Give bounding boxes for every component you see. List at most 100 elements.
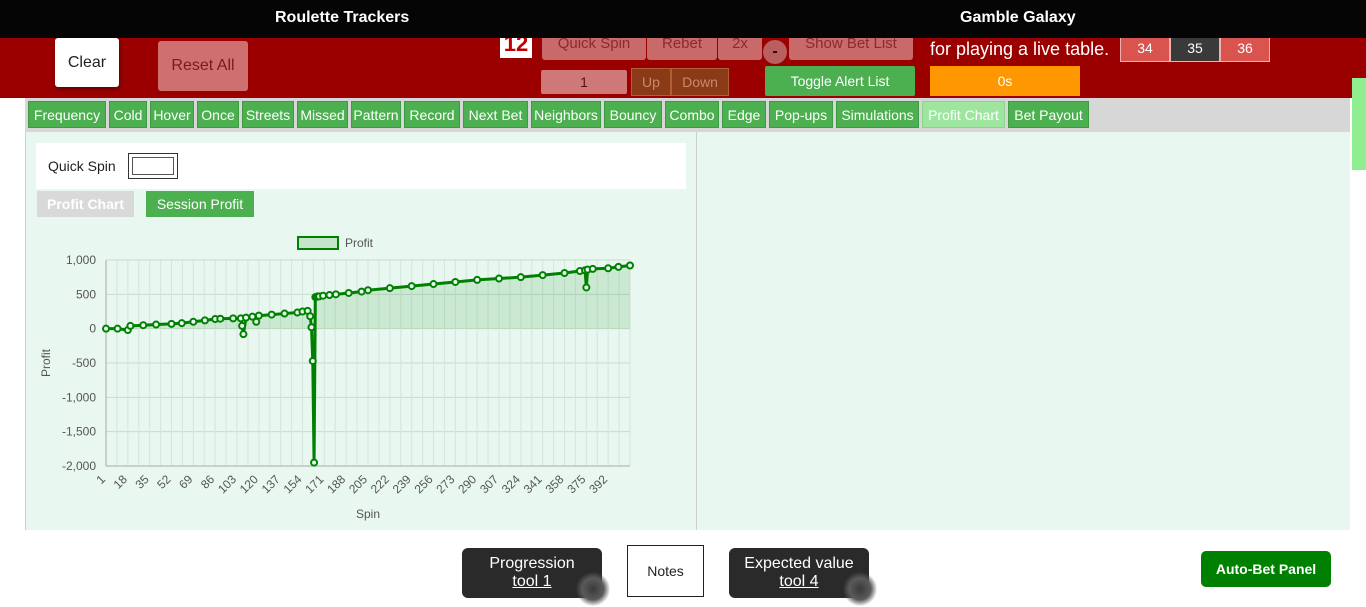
toggle-alert-list-button[interactable]: Toggle Alert List <box>765 66 915 96</box>
x-tick-label: 120 <box>237 472 261 496</box>
data-point <box>306 312 315 321</box>
scroll-indicator[interactable] <box>1352 78 1366 170</box>
right-panel <box>697 132 1350 530</box>
spin-count-input[interactable]: 1 <box>541 70 627 94</box>
data-point <box>319 291 328 300</box>
last-number-badge: 12 <box>500 38 532 58</box>
number-34-cell[interactable]: 34 <box>1120 38 1170 62</box>
data-point <box>189 317 198 326</box>
x-tick-label: 358 <box>543 472 567 496</box>
data-point <box>280 309 289 318</box>
data-point <box>429 280 438 289</box>
data-point <box>560 269 569 278</box>
tab-profit-chart[interactable]: Profit Chart <box>922 101 1005 128</box>
profit-chart-button[interactable]: Profit Chart <box>37 191 134 217</box>
data-point <box>238 321 247 330</box>
number-36-cell[interactable]: 36 <box>1220 38 1270 62</box>
data-point <box>473 275 482 284</box>
legend-label: Profit <box>345 236 374 250</box>
y-tick-label: -500 <box>72 356 96 370</box>
up-button[interactable]: Up <box>631 68 671 96</box>
data-point <box>241 313 250 322</box>
x-tick-label: 18 <box>111 472 131 492</box>
quick-spin-input[interactable] <box>128 153 178 179</box>
auto-bet-panel-button[interactable]: Auto-Bet Panel <box>1201 551 1331 587</box>
data-point <box>626 261 634 270</box>
notes-button[interactable]: Notes <box>627 545 704 597</box>
data-point <box>113 324 122 333</box>
quick-spin-button[interactable]: Quick Spin <box>542 38 646 60</box>
y-tick-label: 0 <box>89 322 96 336</box>
down-button[interactable]: Down <box>671 68 729 96</box>
site-title: Roulette Trackers <box>275 9 410 26</box>
tab-simulations[interactable]: Simulations <box>836 101 919 128</box>
reset-all-button[interactable]: Reset All <box>158 41 248 91</box>
data-point <box>177 319 186 328</box>
data-point <box>344 288 353 297</box>
data-point <box>407 282 416 291</box>
x-tick-label: 137 <box>259 472 283 496</box>
legend-swatch <box>297 236 339 250</box>
x-tick-label: 1 <box>93 472 108 487</box>
tab-bouncy[interactable]: Bouncy <box>604 101 662 128</box>
data-point <box>357 287 366 296</box>
y-tick-label: 500 <box>76 287 96 301</box>
timer-display: 0s <box>930 66 1080 96</box>
tab-neighbors[interactable]: Neighbors <box>531 101 601 128</box>
x-tick-label: 290 <box>455 472 479 496</box>
data-point <box>588 264 597 273</box>
data-point <box>331 290 340 299</box>
session-profit-button[interactable]: Session Profit <box>146 191 254 217</box>
tab-pattern[interactable]: Pattern <box>351 101 401 128</box>
x-tick-label: 103 <box>215 472 239 496</box>
tab-pop-ups[interactable]: Pop-ups <box>769 101 833 128</box>
tab-bet-payout[interactable]: Bet Payout <box>1008 101 1089 128</box>
drag-handle-icon[interactable] <box>843 572 877 606</box>
tab-frequency[interactable]: Frequency <box>28 101 106 128</box>
data-point <box>126 321 135 330</box>
data-point <box>538 271 547 280</box>
data-point <box>582 283 591 292</box>
tab-edge[interactable]: Edge <box>722 101 766 128</box>
rebet-button[interactable]: Rebet <box>647 38 717 60</box>
tab-record[interactable]: Record <box>404 101 460 128</box>
data-point <box>139 321 148 330</box>
y-tick-label: -2,000 <box>62 459 96 473</box>
ev-tool-label-line2: tool 4 <box>779 573 819 590</box>
tab-cold[interactable]: Cold <box>109 101 147 128</box>
x-tick-label: 188 <box>324 472 348 496</box>
tab-streets[interactable]: Streets <box>242 101 294 128</box>
data-point <box>254 311 263 320</box>
x-tick-label: 341 <box>521 472 545 496</box>
data-point <box>152 320 161 329</box>
data-point <box>308 356 317 365</box>
drag-handle-icon[interactable] <box>576 572 610 606</box>
x-tick-label: 222 <box>368 472 392 496</box>
y-tick-label: -1,500 <box>62 425 96 439</box>
data-point <box>385 284 394 293</box>
progression-tool-label-line2: tool 1 <box>512 573 552 590</box>
x-axis-title: Spin <box>356 507 380 521</box>
data-point <box>239 330 248 339</box>
data-point <box>167 319 176 328</box>
x-tick-label: 86 <box>198 472 218 492</box>
data-point <box>516 273 525 282</box>
show-bet-list-button[interactable]: Show Bet List <box>789 38 913 60</box>
profit-chart: 1,000 500 0 -500 -1,000 -1,500 -2,0001 18 35 52 69… <box>39 236 634 521</box>
data-point <box>614 262 623 271</box>
x-tick-label: 273 <box>433 472 457 496</box>
double-bet-button[interactable]: 2x <box>718 38 762 60</box>
data-point <box>364 286 372 295</box>
tab-hover[interactable]: Hover <box>150 101 194 128</box>
tab-once[interactable]: Once <box>197 101 239 128</box>
ev-tool-label-line1: Expected value <box>744 555 854 572</box>
minus-button[interactable]: - <box>763 40 787 64</box>
data-point <box>307 323 316 332</box>
tab-missed[interactable]: Missed <box>297 101 348 128</box>
tab-next-bet[interactable]: Next Bet <box>463 101 528 128</box>
clear-button[interactable]: Clear <box>55 38 119 87</box>
data-point <box>216 314 225 323</box>
y-tick-label: 1,000 <box>66 253 96 267</box>
number-35-cell[interactable]: 35 <box>1170 38 1220 62</box>
tab-combo[interactable]: Combo <box>665 101 719 128</box>
